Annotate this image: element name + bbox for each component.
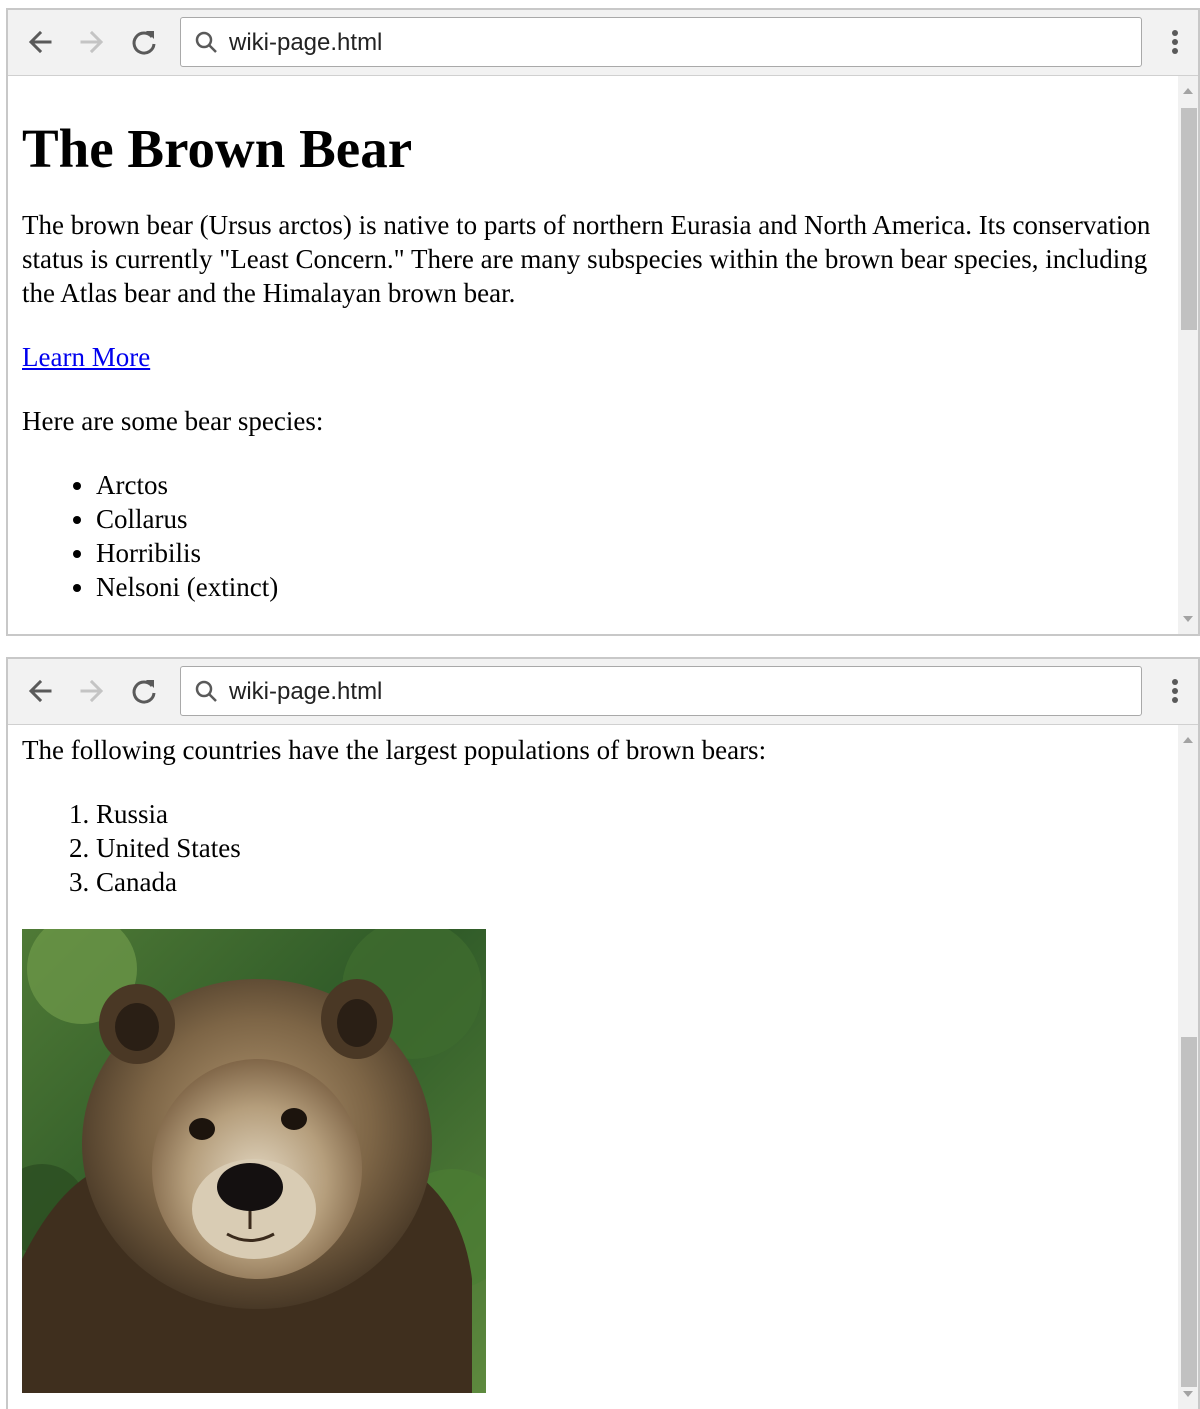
scrollbar-thumb[interactable] [1181,1037,1197,1387]
magnifier-icon [195,680,217,702]
learn-more-link[interactable]: Learn More [22,342,150,372]
address-bar-url: wiki-page.html [229,29,383,56]
brown-bear-photo [22,929,486,1393]
page-content: The following countries have the largest… [22,725,1164,1393]
scroll-up-arrow[interactable] [1183,88,1193,94]
address-bar[interactable]: wiki-page.html [180,666,1142,716]
browser-toolbar: wiki-page.html [8,659,1198,725]
forward-button[interactable] [74,24,110,60]
list-item: Horribilis [96,536,1164,570]
intro-paragraph: The brown bear (Ursus arctos) is native … [22,210,1151,308]
browser-menu-button[interactable] [1160,673,1190,709]
forward-button[interactable] [74,673,110,709]
browser-window-bottom: wiki-page.html The following countries h… [6,657,1200,1409]
vertical-scrollbar[interactable] [1178,76,1198,634]
browser-menu-button[interactable] [1160,24,1190,60]
list-item: Collarus [96,502,1164,536]
reload-button[interactable] [126,24,162,60]
reload-icon [132,31,156,55]
vertical-dots-icon [1172,679,1178,703]
address-bar-url: wiki-page.html [229,678,383,705]
arrow-left-icon [28,679,52,703]
countries-list: Russia United States Canada [22,797,1164,899]
arrow-left-icon [28,30,52,54]
page-viewport[interactable]: The Brown Bear The brown bear (Ursus arc… [8,76,1178,634]
back-button[interactable] [22,24,58,60]
reload-button[interactable] [126,673,162,709]
vertical-scrollbar[interactable] [1178,725,1198,1409]
page-viewport[interactable]: The following countries have the largest… [8,725,1178,1409]
page-title: The Brown Bear [22,118,413,179]
scroll-down-arrow[interactable] [1183,616,1193,622]
species-intro: Here are some bear species: [22,406,324,436]
vertical-dots-icon [1172,30,1178,54]
list-item: Canada [96,865,1164,899]
species-list: Arctos Collarus Horribilis Nelsoni (exti… [22,468,1164,604]
countries-intro: The following countries have the largest… [22,735,767,765]
list-item: Russia [96,797,1164,831]
arrow-right-icon [80,679,104,703]
page-content: The Brown Bear The brown bear (Ursus arc… [22,76,1164,604]
scrollbar-thumb[interactable] [1181,108,1197,330]
back-button[interactable] [22,673,58,709]
list-item: United States [96,831,1164,865]
scroll-down-arrow[interactable] [1183,1391,1193,1397]
browser-toolbar: wiki-page.html [8,10,1198,76]
list-item: Arctos [96,468,1164,502]
address-bar[interactable]: wiki-page.html [180,17,1142,67]
reload-icon [132,680,156,704]
browser-window-top: wiki-page.html The Brown Bear The brown … [6,8,1200,636]
list-item: Nelsoni (extinct) [96,570,1164,604]
magnifier-icon [195,31,217,53]
arrow-right-icon [80,30,104,54]
scroll-up-arrow[interactable] [1183,737,1193,743]
